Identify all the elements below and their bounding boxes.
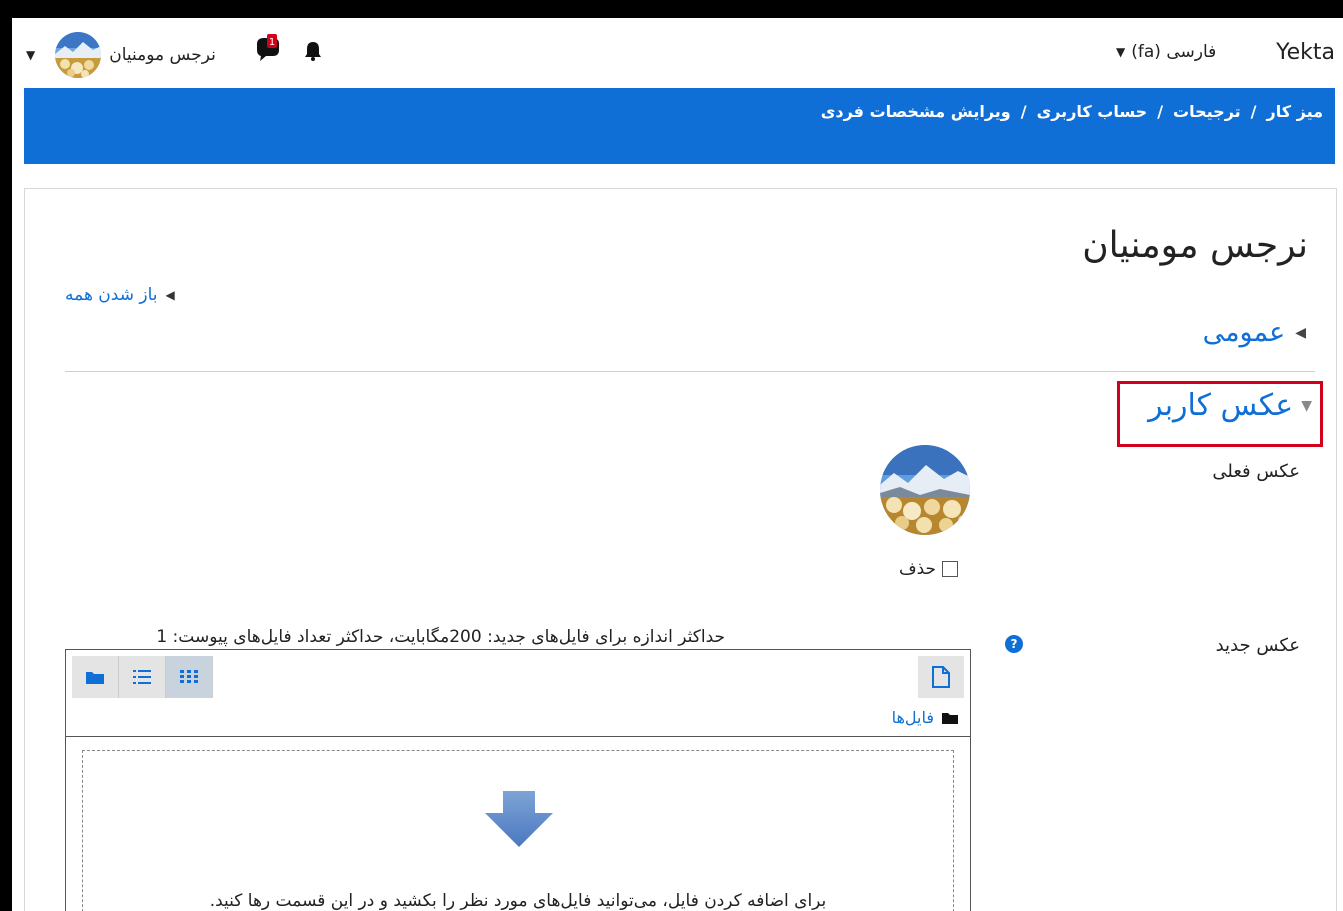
svg-text:1: 1 xyxy=(269,37,275,48)
file-manager-divider xyxy=(66,736,970,737)
caret-down-icon: ▼ xyxy=(1116,45,1126,59)
message-icon[interactable]: 1 xyxy=(255,34,281,64)
view-toggle-group xyxy=(72,656,213,698)
avatar xyxy=(55,32,102,78)
expand-all-label: باز شدن همه xyxy=(65,285,158,305)
delete-label: حذف xyxy=(899,559,937,579)
folder-icon xyxy=(86,672,104,684)
list-view-icon xyxy=(133,670,151,684)
page-title: نرجس مومنیان xyxy=(1082,225,1308,266)
grid-view-icon xyxy=(180,670,198,683)
breadcrumb-item-account[interactable]: حساب کاربری xyxy=(1037,102,1148,121)
expand-all-link[interactable]: ◀ باز شدن همه xyxy=(65,285,175,305)
file-manager: فایل‌ها برای اضافه کردن فا xyxy=(65,649,971,911)
language-label: فارسی (fa) xyxy=(1131,42,1217,62)
section-divider xyxy=(65,371,1315,372)
file-dropzone[interactable]: برای اضافه کردن فایل، می‌توانید فایل‌های… xyxy=(82,750,954,911)
folder-view-button[interactable] xyxy=(72,656,119,698)
caret-down-icon: ▼ xyxy=(26,48,36,62)
bell-icon[interactable] xyxy=(302,40,324,62)
user-name: نرجس مومنیان xyxy=(109,45,216,65)
help-icon[interactable]: ? xyxy=(1005,635,1023,653)
user-menu[interactable]: ▼ نرجس مومنیان xyxy=(26,32,216,78)
browser-page: Yekta فارسی (fa) ▼ ▼ نرجس مومنیان 1 میز … xyxy=(12,18,1343,911)
breadcrumb-item-dashboard[interactable]: میز کار xyxy=(1267,102,1323,121)
breadcrumb: میز کار / ترجیحات / حساب کاربری / ویرایش… xyxy=(821,102,1323,121)
drop-instructions: برای اضافه کردن فایل، می‌توانید فایل‌های… xyxy=(209,891,827,911)
add-file-icon xyxy=(932,666,950,688)
add-file-button[interactable] xyxy=(918,656,964,698)
caret-left-icon: ◀ xyxy=(1295,324,1306,341)
language-menu[interactable]: فارسی (fa) ▼ xyxy=(1116,42,1216,62)
new-picture-label: عکس جدید xyxy=(1215,635,1300,656)
current-picture xyxy=(880,445,970,535)
delete-picture-option: حذف xyxy=(899,559,959,579)
breadcrumb-item-edit-profile[interactable]: ویرایش مشخصات فردی xyxy=(821,102,1011,121)
breadcrumb-item-preferences[interactable]: ترجیحات xyxy=(1173,102,1241,121)
files-path[interactable]: فایل‌ها xyxy=(892,708,958,727)
file-limits-text: حداکثر اندازه برای فایل‌های جدید: 200مگا… xyxy=(156,627,725,647)
site-brand[interactable]: Yekta xyxy=(1276,40,1335,65)
breadcrumb-separator: / xyxy=(1250,102,1257,121)
breadcrumb-separator: / xyxy=(1157,102,1164,121)
files-path-label: فایل‌ها xyxy=(891,708,934,727)
caret-down-icon: ▼ xyxy=(1301,397,1312,414)
delete-checkbox[interactable] xyxy=(942,561,959,577)
section-general-header[interactable]: ◀ عمومی xyxy=(1203,317,1306,348)
caret-left-icon: ◀ xyxy=(165,288,175,302)
main-card: نرجس مومنیان ◀ باز شدن همه ◀ عمومی ▼ عکس… xyxy=(24,188,1337,911)
section-general-label: عمومی xyxy=(1202,317,1286,348)
current-picture-label: عکس فعلی xyxy=(1212,461,1300,482)
breadcrumb-separator: / xyxy=(1020,102,1027,121)
section-user-picture-label: عکس کاربر xyxy=(1148,388,1294,423)
folder-icon xyxy=(942,712,958,724)
page-header-band: میز کار / ترجیحات / حساب کاربری / ویرایش… xyxy=(24,88,1335,164)
down-arrow-icon xyxy=(485,791,553,851)
list-view-button[interactable] xyxy=(119,656,166,698)
section-user-picture-header[interactable]: ▼ عکس کاربر xyxy=(1117,381,1323,447)
top-navbar: Yekta فارسی (fa) ▼ ▼ نرجس مومنیان 1 xyxy=(12,18,1343,88)
grid-view-button[interactable] xyxy=(166,656,213,698)
